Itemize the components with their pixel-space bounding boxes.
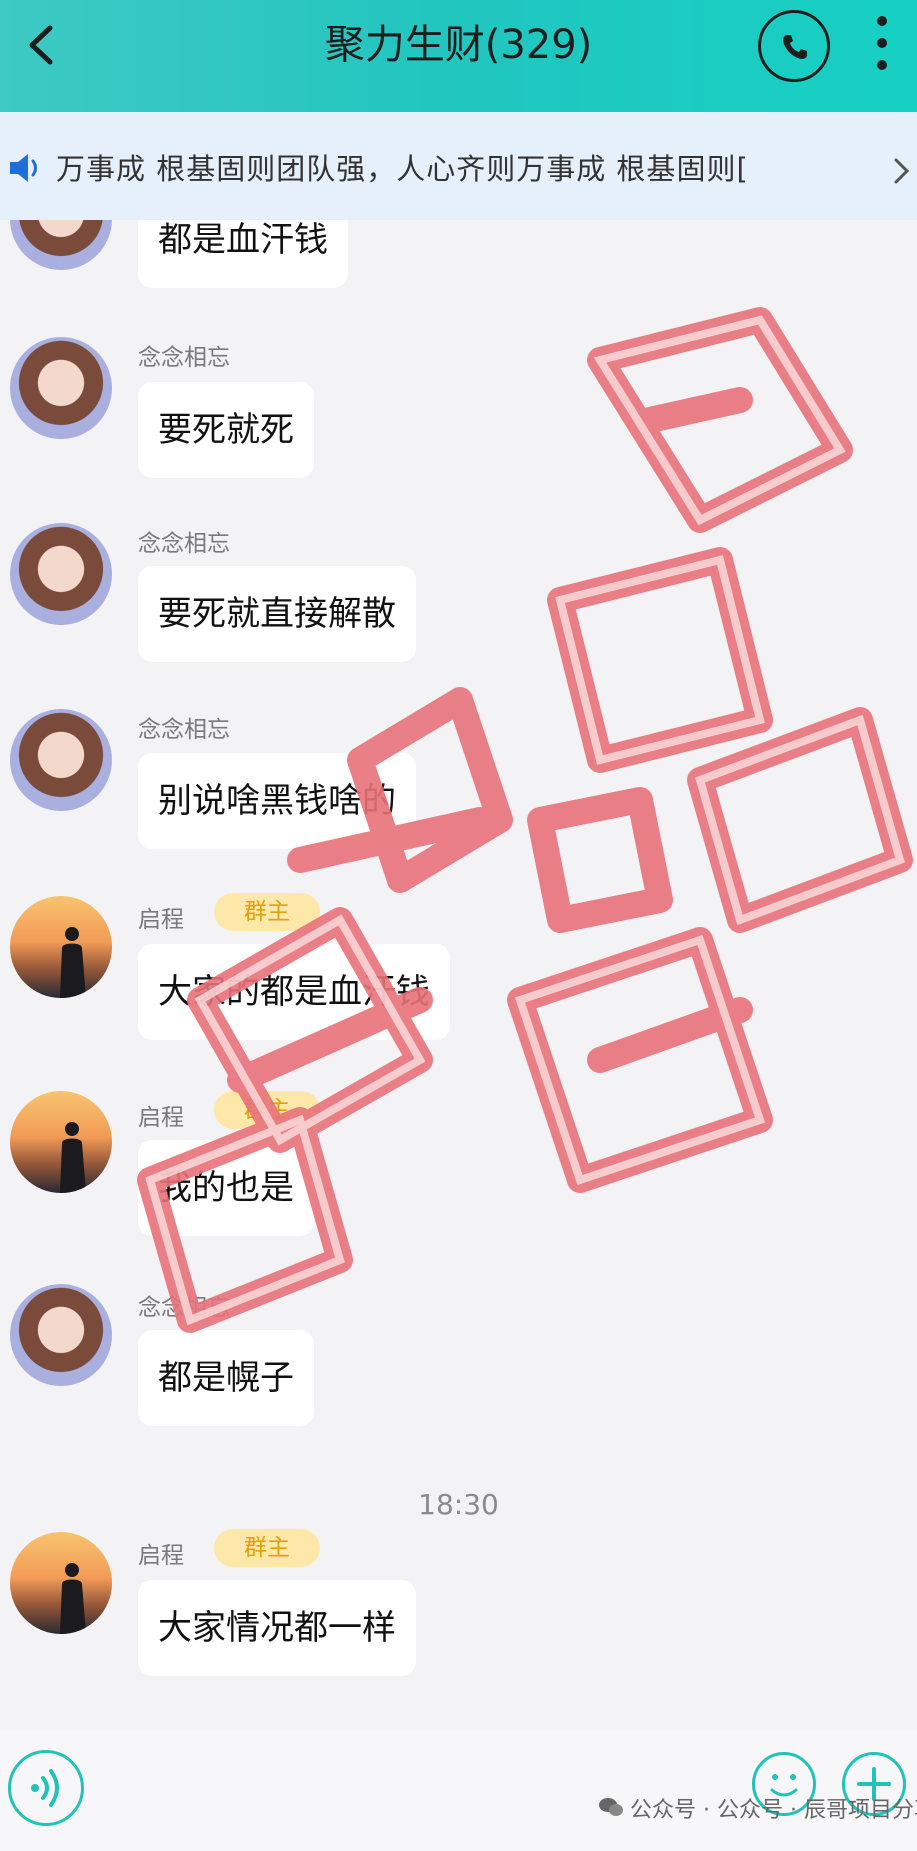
message-bubble[interactable]: 都是幌子 [138,1330,314,1426]
message-bubble[interactable]: 我的也是 [138,1140,314,1236]
chat-header: 聚力生财(329) [0,0,917,112]
call-button[interactable] [758,10,830,82]
silhouette-icon [60,1563,86,1634]
chat-messages[interactable]: 都是血汗钱 念念相忘 要死就死 念念相忘 要死就直接解散 念念相忘 别说啥黑钱啥… [0,220,917,1730]
group-notice-text: 万事成 根基固则团队强，人心齐则万事成 根基固则[ [56,152,749,186]
message-bubble[interactable]: 别说啥黑钱啥的 [138,753,416,849]
speaker-icon [10,154,37,182]
sender-name: 念念相忘 [138,1295,230,1321]
avatar[interactable] [10,1284,112,1386]
more-vertical-icon [877,16,887,26]
owner-badge: 群主 [214,893,320,931]
avatar[interactable] [10,220,112,270]
voice-button[interactable] [8,1750,84,1826]
sender-name: 念念相忘 [138,531,230,557]
sender-name: 念念相忘 [138,345,230,371]
voice-icon [31,1769,59,1807]
avatar[interactable] [10,709,112,811]
more-dot [877,60,887,70]
avatar[interactable] [10,1532,112,1634]
avatar[interactable] [10,523,112,625]
sender-name: 念念相忘 [138,717,230,743]
sender-name: 启程 [138,1543,184,1569]
more-button[interactable] [868,14,898,78]
more-dot [877,38,887,48]
message-bubble[interactable]: 大家情况都一样 [138,1580,416,1676]
silhouette-icon [60,927,86,998]
footer-watermark: 公众号 · 公众号 · 辰哥项目分享 [630,1798,917,1823]
avatar[interactable] [10,896,112,998]
message-bubble[interactable]: 要死就直接解散 [138,566,416,662]
phone-icon [783,35,807,59]
message-bubble[interactable]: 要死就死 [138,382,314,478]
wechat-icon [599,1798,623,1816]
owner-badge: 群主 [214,1091,320,1129]
message-bubble[interactable]: 大家的都是血汗钱 [138,944,450,1040]
avatar[interactable] [10,1091,112,1193]
sender-name: 启程 [138,907,184,933]
chevron-right-icon[interactable] [892,156,912,186]
silhouette-icon [60,1122,86,1193]
message-timestamp: 18:30 [418,1488,499,1521]
avatar[interactable] [10,337,112,439]
message-bubble[interactable]: 都是血汗钱 [138,220,348,288]
owner-badge: 群主 [214,1529,320,1567]
sender-name: 启程 [138,1105,184,1131]
